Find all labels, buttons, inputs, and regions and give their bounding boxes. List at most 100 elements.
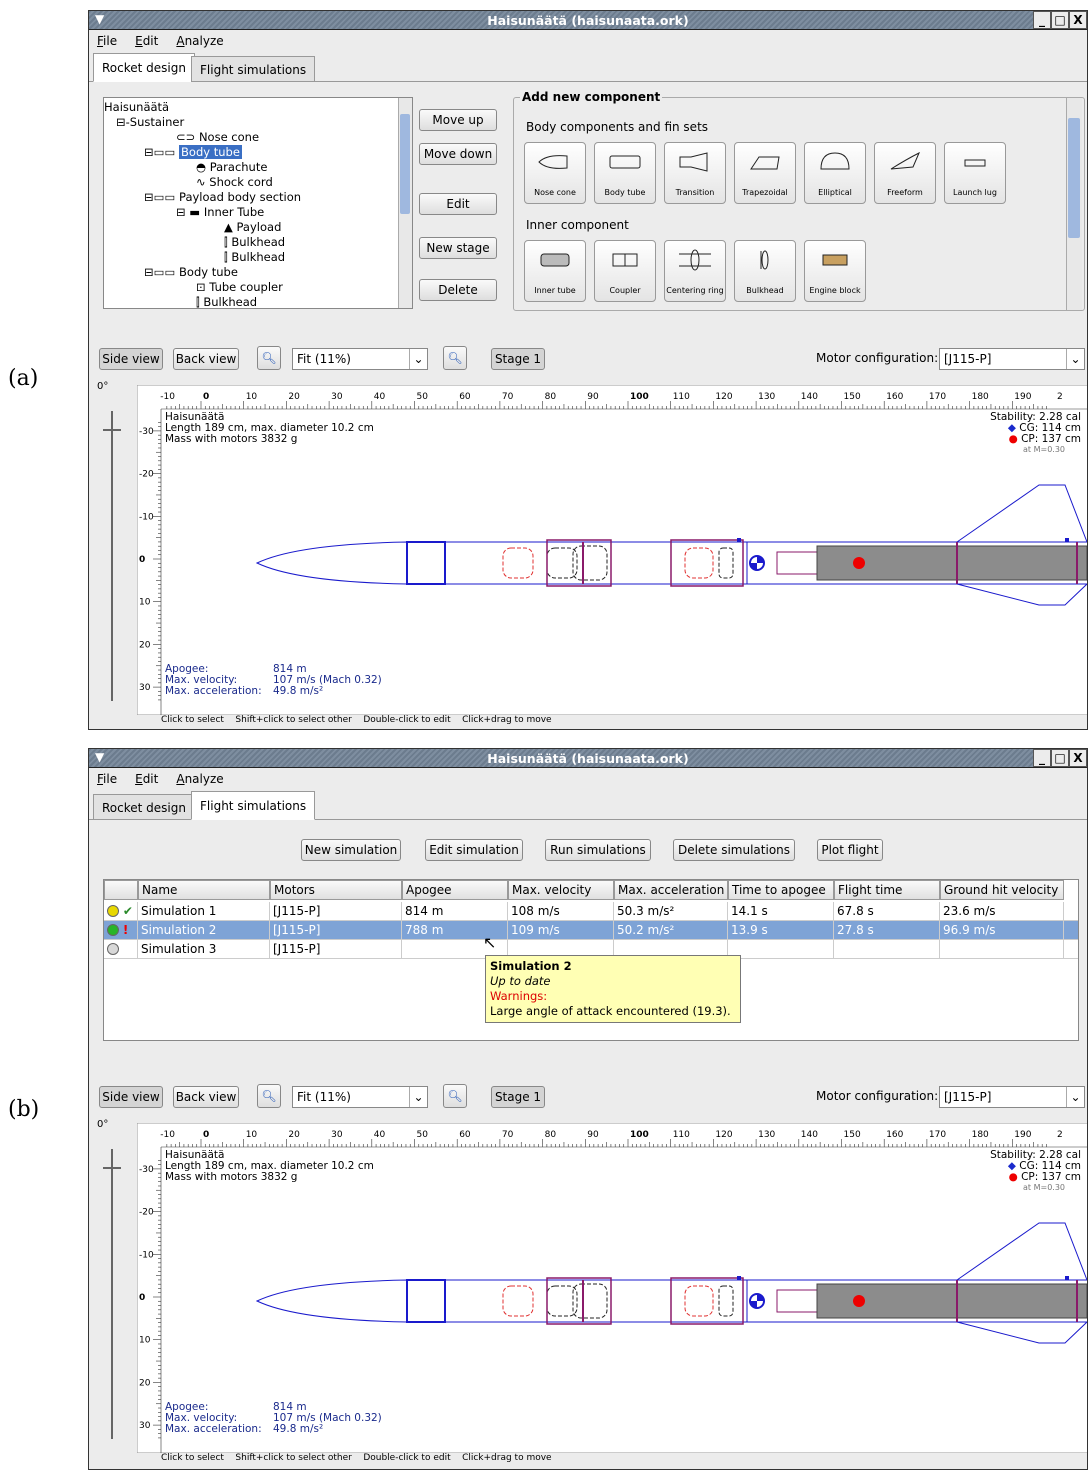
ruler-label: 140	[801, 392, 818, 402]
ruler-label: 30	[331, 1130, 343, 1140]
ruler-label: 50	[417, 392, 429, 402]
max-acceleration-value: 49.8 m/s²	[273, 1423, 324, 1435]
status-hint-select-other: Shift+click to select other	[235, 715, 352, 725]
ruler-label: 180	[972, 1130, 989, 1140]
ruler-label: 60	[459, 392, 471, 402]
ruler-label: 150	[844, 1130, 861, 1140]
ruler-label: 0	[203, 1130, 209, 1140]
ruler-label: 190	[1014, 392, 1031, 402]
cp-marker	[853, 557, 865, 569]
rocket-mass: Mass with motors 3832 g	[165, 1171, 298, 1183]
ruler-label: 2	[1057, 1130, 1063, 1140]
rocket-mass: Mass with motors 3832 g	[165, 433, 298, 445]
angle-label: 0°	[97, 381, 109, 392]
ruler-label: -20	[139, 470, 154, 480]
ruler-label: 50	[417, 1130, 429, 1140]
mach-value: at M=0.30	[1023, 1183, 1065, 1192]
ruler-label: 30	[139, 683, 151, 693]
ruler-label: 80	[545, 392, 557, 402]
ruler-label: 110	[673, 392, 690, 402]
ruler-label: 70	[502, 1130, 514, 1140]
ruler-label: 90	[587, 1130, 599, 1140]
ruler-label: 180	[972, 392, 989, 402]
launch-lug-shape	[1065, 538, 1069, 542]
rotation-slider-handle[interactable]	[103, 1167, 121, 1169]
ruler-label: 140	[801, 1130, 818, 1140]
ruler-label: -10	[139, 512, 154, 522]
status-bar: Click to select Shift+click to select ot…	[161, 715, 552, 725]
status-hint-move: Click+drag to move	[462, 1453, 552, 1463]
max-acceleration-value: 49.8 m/s²	[273, 685, 324, 697]
ruler-label: 120	[715, 1130, 732, 1140]
ruler-label: 160	[886, 392, 903, 402]
ruler-label: 20	[288, 392, 300, 402]
ruler-label: 110	[673, 1130, 690, 1140]
mach-value: at M=0.30	[1023, 445, 1065, 454]
ruler-label: 120	[715, 392, 732, 402]
ruler-label: -10	[139, 1250, 154, 1260]
status-hint-select: Click to select	[161, 1453, 224, 1463]
ruler-label: 10	[139, 1336, 151, 1346]
ruler-label: 20	[139, 640, 151, 650]
max-acceleration-label: Max. acceleration:	[165, 685, 262, 697]
ruler-label: 170	[929, 1130, 946, 1140]
window-flight-simulations: ▼ Haisunäätä (haisunaata.ork) _ □ X File…	[88, 748, 1088, 1470]
figure-panel: 0° cm -100102030405060708090100110120130…	[89, 749, 1087, 1469]
ruler-label: 70	[502, 392, 514, 402]
status-hint-select: Click to select	[161, 715, 224, 725]
ruler-label: -20	[139, 1208, 154, 1218]
ruler-label: 10	[139, 598, 151, 608]
ruler-label: 10	[246, 1130, 258, 1140]
status-hint-edit: Double-click to edit	[363, 1453, 451, 1463]
rotation-slider[interactable]	[99, 411, 131, 701]
panel-label-b: (b)	[8, 1097, 40, 1122]
rotation-slider-handle[interactable]	[103, 429, 121, 431]
ruler-label: 30	[331, 392, 343, 402]
status-hint-edit: Double-click to edit	[363, 715, 451, 725]
ruler-label: 170	[929, 392, 946, 402]
ruler-label: -10	[160, 392, 175, 402]
status-bar: Click to select Shift+click to select ot…	[161, 1453, 552, 1463]
ruler-label: 80	[545, 1130, 557, 1140]
ruler-label: 0	[139, 555, 145, 565]
ruler-label: 100	[630, 392, 649, 402]
window-rocket-design: ▼ Haisunäätä (haisunaata.ork) _ □ X File…	[88, 10, 1088, 730]
ruler-label: 150	[844, 392, 861, 402]
ruler-label: 130	[758, 392, 775, 402]
ruler-label: 0	[139, 1293, 145, 1303]
ruler-label: 10	[246, 392, 258, 402]
status-hint-move: Click+drag to move	[462, 715, 552, 725]
ruler-label: 40	[374, 392, 386, 402]
ruler-label: 20	[139, 1378, 151, 1388]
cg-marker	[749, 1293, 765, 1309]
ruler-label: 130	[758, 1130, 775, 1140]
ruler-label: 0	[203, 392, 209, 402]
launch-lug-shape	[1065, 1276, 1069, 1280]
ruler-label: 20	[288, 1130, 300, 1140]
cg-marker	[749, 555, 765, 571]
figure-panel: 0° cm -100102030405060708090100110120130…	[89, 11, 1087, 729]
status-hint-select-other: Shift+click to select other	[235, 1453, 352, 1463]
ruler-label: 90	[587, 392, 599, 402]
cp-marker	[853, 1295, 865, 1307]
ruler-label: -10	[160, 1130, 175, 1140]
cp-value: ● CP: 137 cm	[1008, 433, 1081, 445]
ruler-label: -30	[139, 427, 154, 437]
ruler-label: 100	[630, 1130, 649, 1140]
ruler-label: 2	[1057, 392, 1063, 402]
cp-icon: ●	[1008, 1171, 1018, 1183]
launch-lug-shape	[737, 1276, 741, 1280]
max-acceleration-label: Max. acceleration:	[165, 1423, 262, 1435]
ruler-label: -30	[139, 1165, 154, 1175]
ruler-label: 190	[1014, 1130, 1031, 1140]
ruler-label: 60	[459, 1130, 471, 1140]
angle-label: 0°	[97, 1119, 109, 1130]
cp-value: ● CP: 137 cm	[1008, 1171, 1081, 1183]
launch-lug-shape	[737, 538, 741, 542]
rotation-slider[interactable]	[99, 1149, 131, 1439]
ruler-label: 40	[374, 1130, 386, 1140]
panel-label-a: (a)	[8, 366, 39, 391]
ruler-label: 160	[886, 1130, 903, 1140]
ruler-label: 30	[139, 1421, 151, 1431]
cp-icon: ●	[1008, 433, 1018, 445]
